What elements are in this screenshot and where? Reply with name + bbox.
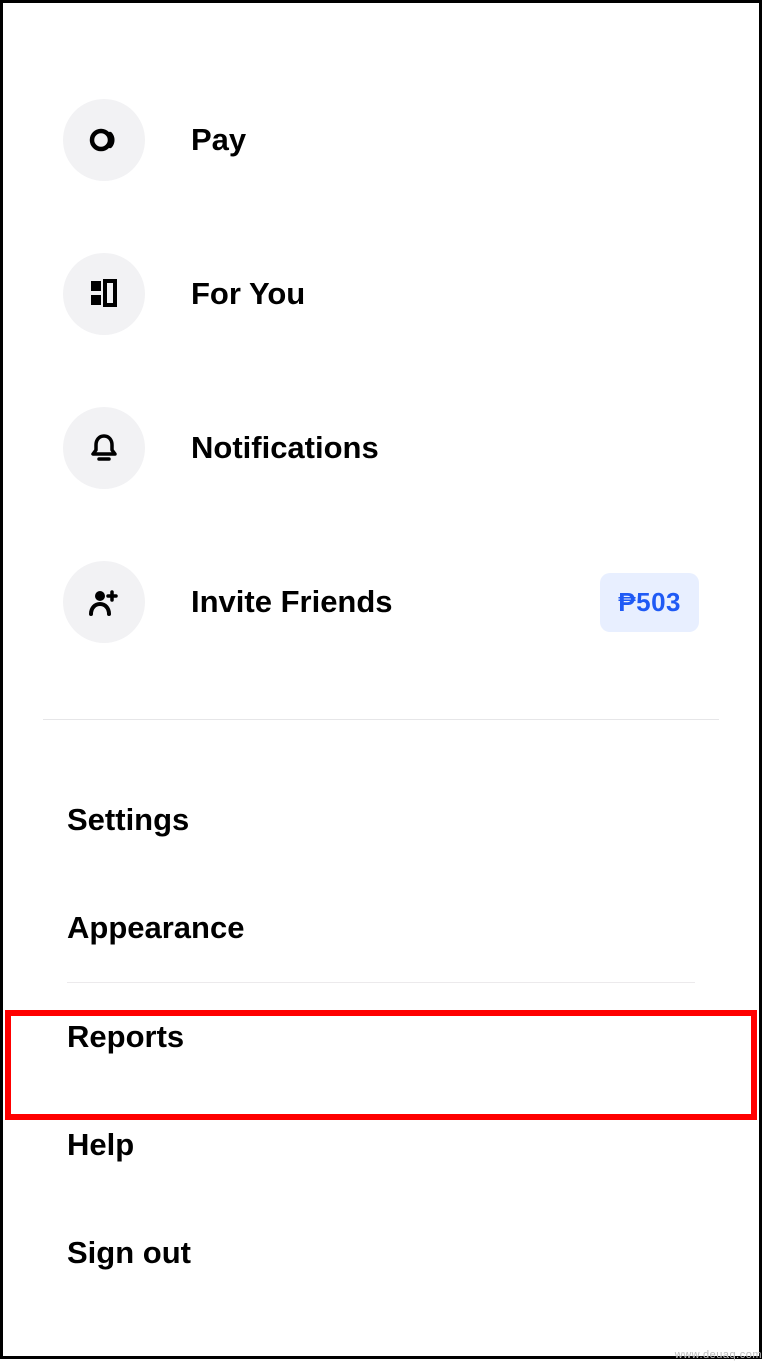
menu-item-help[interactable]: Help [3, 1091, 759, 1199]
menu-label-notifications: Notifications [191, 430, 699, 466]
menu-label-pay: Pay [191, 122, 699, 158]
bell-icon [63, 407, 145, 489]
watermark: www.deuaq.com [675, 1349, 762, 1361]
secondary-menu: Settings Appearance Reports Help Sign ou… [3, 720, 759, 1307]
menu-item-reports[interactable]: Reports [3, 983, 759, 1091]
menu-label-for-you: For You [191, 276, 699, 312]
menu-item-notifications[interactable]: Notifications [3, 371, 759, 525]
menu-item-settings[interactable]: Settings [3, 766, 759, 874]
menu-item-invite-friends[interactable]: Invite Friends ₱503 [3, 525, 759, 679]
menu-item-for-you[interactable]: For You [3, 217, 759, 371]
pay-icon [63, 99, 145, 181]
invite-icon [63, 561, 145, 643]
primary-menu: Pay For You Notifications [3, 3, 759, 679]
invite-reward-badge: ₱503 [600, 573, 699, 632]
menu-label-invite: Invite Friends [191, 584, 600, 620]
menu-item-sign-out[interactable]: Sign out [3, 1199, 759, 1307]
app-frame: Pay For You Notifications [0, 0, 762, 1359]
menu-item-pay[interactable]: Pay [3, 63, 759, 217]
for-you-icon [63, 253, 145, 335]
menu-item-appearance[interactable]: Appearance [3, 874, 759, 982]
